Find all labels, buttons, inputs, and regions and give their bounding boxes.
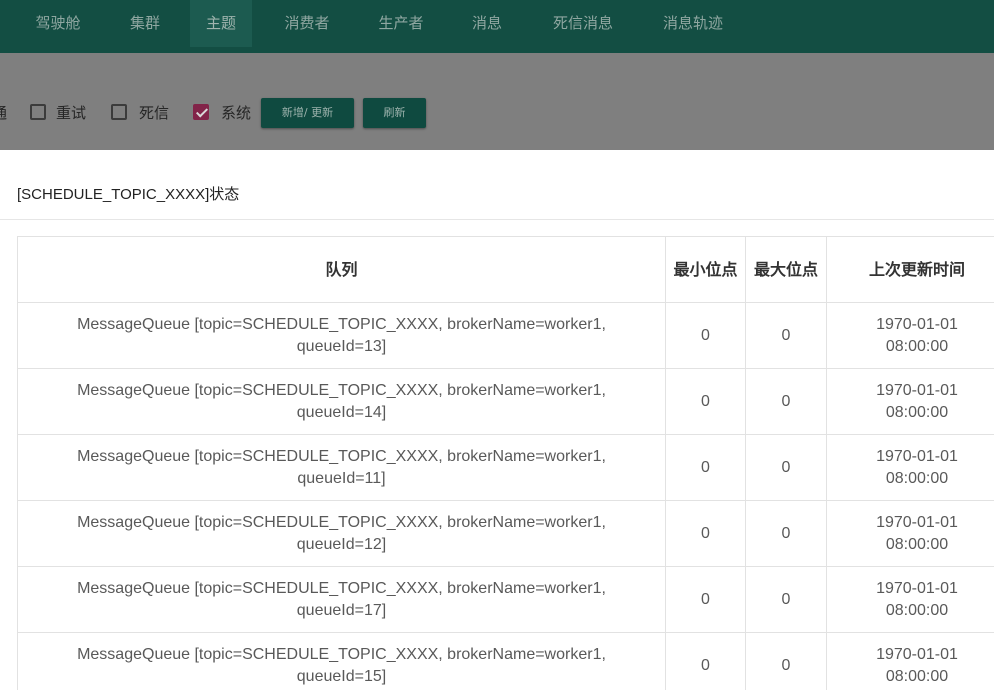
last-update-cell: 1970-01-01 08:00:00 bbox=[826, 434, 994, 501]
column-header-queue: 队列 bbox=[17, 236, 666, 303]
min-offset-cell: 0 bbox=[665, 302, 746, 369]
system-checkbox[interactable] bbox=[193, 104, 209, 120]
last-update-cell: 1970-01-01 08:00:00 bbox=[826, 632, 994, 690]
nav-item-message[interactable]: 消息 bbox=[458, 0, 516, 47]
max-offset-cell: 0 bbox=[745, 434, 827, 501]
column-header-max-offset: 最大位点 bbox=[745, 236, 827, 303]
queue-text-line1: MessageQueue [topic=SCHEDULE_TOPIC_XXXX,… bbox=[77, 447, 606, 465]
min-offset-cell: 0 bbox=[665, 566, 746, 633]
update-time: 08:00:00 bbox=[885, 337, 949, 355]
table-row: MessageQueue [topic=SCHEDULE_TOPIC_XXXX,… bbox=[17, 368, 994, 435]
nav-item-dlq-message[interactable]: 死信消息 bbox=[536, 0, 630, 47]
queue-text-line2: queueId=17] bbox=[296, 601, 387, 619]
queue-text-line2: queueId=11] bbox=[297, 469, 386, 487]
last-update-cell: 1970-01-01 08:00:00 bbox=[826, 368, 994, 435]
max-offset-cell: 0 bbox=[745, 632, 827, 690]
column-header-min-offset: 最小位点 bbox=[665, 236, 746, 303]
last-update-cell: 1970-01-01 08:00:00 bbox=[826, 500, 994, 567]
update-date: 1970-01-01 bbox=[876, 513, 958, 531]
queue-cell: MessageQueue [topic=SCHEDULE_TOPIC_XXXX,… bbox=[17, 566, 666, 633]
column-header-last-update-time: 上次更新时间 bbox=[826, 236, 994, 303]
last-update-cell: 1970-01-01 08:00:00 bbox=[826, 566, 994, 633]
queue-text-line2: queueId=12] bbox=[296, 535, 387, 553]
filter-label-normal-partial: 通 bbox=[0, 103, 7, 123]
nav-item-producer[interactable]: 生产者 bbox=[364, 0, 438, 47]
dialog-title: [SCHEDULE_TOPIC_XXXX]状态 bbox=[17, 186, 240, 203]
update-time: 08:00:00 bbox=[885, 403, 949, 421]
update-time: 08:00:00 bbox=[885, 469, 949, 487]
update-date: 1970-01-01 bbox=[876, 447, 958, 465]
min-offset-cell: 0 bbox=[665, 500, 746, 567]
max-offset-cell: 0 bbox=[745, 500, 827, 567]
nav-item-message-trace[interactable]: 消息轨迹 bbox=[646, 0, 740, 47]
queue-text-line1: MessageQueue [topic=SCHEDULE_TOPIC_XXXX,… bbox=[77, 579, 606, 597]
max-offset-cell: 0 bbox=[745, 368, 827, 435]
system-checkbox-label: 系统 bbox=[221, 104, 252, 122]
queue-text-line2: queueId=13] bbox=[296, 337, 387, 355]
table-row: MessageQueue [topic=SCHEDULE_TOPIC_XXXX,… bbox=[17, 500, 994, 567]
queue-text-line1: MessageQueue [topic=SCHEDULE_TOPIC_XXXX,… bbox=[77, 315, 606, 333]
dlq-checkbox[interactable] bbox=[111, 104, 127, 120]
queue-text-line2: queueId=15] bbox=[296, 667, 387, 685]
queue-text-line1: MessageQueue [topic=SCHEDULE_TOPIC_XXXX,… bbox=[77, 381, 606, 399]
top-navigation: 驾驶舱 集群 主题 消费者 生产者 消息 死信消息 消息轨迹 bbox=[0, 0, 994, 53]
min-offset-cell: 0 bbox=[665, 434, 746, 501]
queue-text-line2: queueId=14] bbox=[296, 403, 387, 421]
queue-cell: MessageQueue [topic=SCHEDULE_TOPIC_XXXX,… bbox=[17, 632, 666, 690]
queue-cell: MessageQueue [topic=SCHEDULE_TOPIC_XXXX,… bbox=[17, 500, 666, 567]
update-time: 08:00:00 bbox=[885, 667, 949, 685]
update-date: 1970-01-01 bbox=[876, 645, 958, 663]
queue-cell: MessageQueue [topic=SCHEDULE_TOPIC_XXXX,… bbox=[17, 302, 666, 369]
filter-toolbar bbox=[0, 53, 994, 150]
table-row: MessageQueue [topic=SCHEDULE_TOPIC_XXXX,… bbox=[17, 566, 994, 633]
max-offset-cell: 0 bbox=[745, 566, 827, 633]
last-update-cell: 1970-01-01 08:00:00 bbox=[826, 302, 994, 369]
queue-status-table: 队列 最小位点 最大位点 上次更新时间 MessageQueue [topic=… bbox=[17, 236, 994, 690]
queue-cell: MessageQueue [topic=SCHEDULE_TOPIC_XXXX,… bbox=[17, 434, 666, 501]
nav-item-consumer[interactable]: 消费者 bbox=[270, 0, 344, 47]
max-offset-cell: 0 bbox=[745, 302, 827, 369]
queue-cell: MessageQueue [topic=SCHEDULE_TOPIC_XXXX,… bbox=[17, 368, 666, 435]
update-date: 1970-01-01 bbox=[876, 381, 958, 399]
retry-checkbox[interactable] bbox=[30, 104, 46, 120]
table-row: MessageQueue [topic=SCHEDULE_TOPIC_XXXX,… bbox=[17, 302, 994, 369]
update-date: 1970-01-01 bbox=[876, 579, 958, 597]
topic-status-dialog: [SCHEDULE_TOPIC_XXXX]状态 队列 最小位点 最大位点 上次更… bbox=[0, 150, 994, 690]
dlq-checkbox-label: 死信 bbox=[139, 104, 170, 122]
update-date: 1970-01-01 bbox=[876, 315, 958, 333]
nav-item-dashboard[interactable]: 驾驶舱 bbox=[22, 0, 94, 47]
retry-checkbox-label: 重试 bbox=[56, 104, 87, 122]
update-time: 08:00:00 bbox=[885, 535, 949, 553]
nav-item-cluster[interactable]: 集群 bbox=[116, 0, 174, 47]
nav-item-topic[interactable]: 主题 bbox=[190, 0, 252, 47]
min-offset-cell: 0 bbox=[665, 368, 746, 435]
dialog-divider bbox=[0, 219, 994, 220]
queue-text-line1: MessageQueue [topic=SCHEDULE_TOPIC_XXXX,… bbox=[77, 645, 606, 663]
refresh-button[interactable]: 刷新 bbox=[363, 98, 426, 128]
update-time: 08:00:00 bbox=[885, 601, 949, 619]
table-row: MessageQueue [topic=SCHEDULE_TOPIC_XXXX,… bbox=[17, 434, 994, 501]
table-header-row: 队列 最小位点 最大位点 上次更新时间 bbox=[17, 236, 994, 303]
queue-text-line1: MessageQueue [topic=SCHEDULE_TOPIC_XXXX,… bbox=[77, 513, 606, 531]
add-update-button[interactable]: 新增/ 更新 bbox=[261, 98, 354, 128]
min-offset-cell: 0 bbox=[665, 632, 746, 690]
table-row: MessageQueue [topic=SCHEDULE_TOPIC_XXXX,… bbox=[17, 632, 994, 690]
